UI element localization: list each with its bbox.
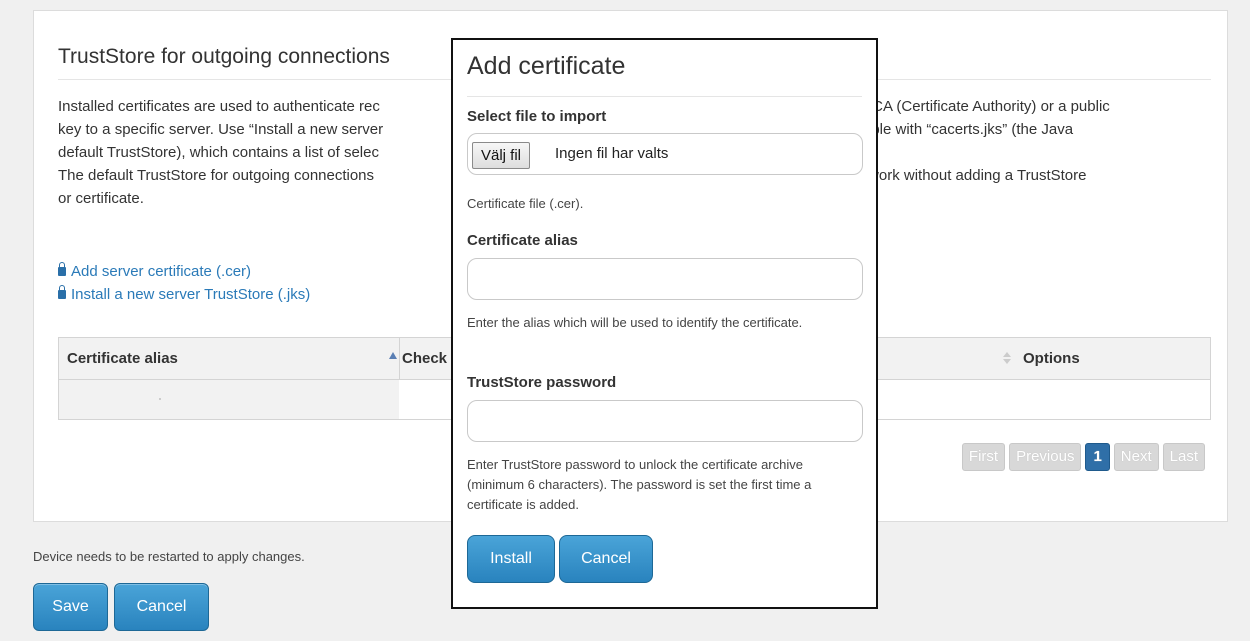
pagination: First Previous 1 Next Last	[961, 443, 1205, 471]
column-header-options[interactable]: Options	[1003, 338, 1199, 379]
panel-title: TrustStore for outgoing connections	[58, 45, 390, 68]
add-server-certificate-link[interactable]: Add server certificate (.cer)	[58, 260, 310, 283]
save-button[interactable]: Save	[33, 583, 108, 631]
password-label: TrustStore password	[467, 374, 617, 391]
choose-file-button[interactable]: Välj fil	[472, 142, 531, 169]
install-truststore-link[interactable]: Install a new server TrustStore (.jks)	[58, 283, 310, 306]
lock-icon	[58, 262, 66, 276]
restart-note: Device needs to be restarted to apply ch…	[33, 549, 305, 564]
action-links: Add server certificate (.cer) Install a …	[58, 260, 310, 306]
pager-page-current[interactable]: 1	[1085, 443, 1110, 471]
file-status: Ingen fil har valts	[555, 145, 669, 162]
add-certificate-dialog: Add certificate Select file to import Vä…	[451, 38, 878, 609]
pager-next[interactable]: Next	[1113, 443, 1159, 471]
lock-icon	[58, 285, 66, 299]
dialog-cancel-button[interactable]: Cancel	[559, 535, 653, 583]
file-label: Select file to import	[467, 108, 607, 125]
sort-ascending-icon	[389, 352, 397, 359]
password-help: Enter TrustStore password to unlock the …	[467, 457, 812, 512]
file-help: Certificate file (.cer).	[467, 196, 584, 211]
column-header-alias[interactable]: Certificate alias	[67, 338, 397, 379]
pager-previous[interactable]: Previous	[1009, 443, 1082, 471]
cancel-button[interactable]: Cancel	[114, 583, 209, 631]
divider	[467, 96, 862, 97]
file-input[interactable]: Välj fil Ingen fil har valts	[467, 133, 863, 175]
pager-first[interactable]: First	[961, 443, 1006, 471]
sort-icon	[1003, 352, 1011, 366]
column-header-check[interactable]: Check	[402, 338, 447, 379]
table-cell	[59, 380, 399, 419]
alias-label: Certificate alias	[467, 232, 578, 249]
column-separator	[399, 338, 400, 379]
dialog-title: Add certificate	[467, 52, 626, 80]
alias-help: Enter the alias which will be used to id…	[467, 315, 803, 330]
alias-input[interactable]	[467, 258, 863, 300]
password-input[interactable]	[467, 400, 863, 442]
install-button[interactable]: Install	[467, 535, 555, 583]
pager-last[interactable]: Last	[1162, 443, 1205, 471]
table-cell-marker	[159, 398, 161, 400]
